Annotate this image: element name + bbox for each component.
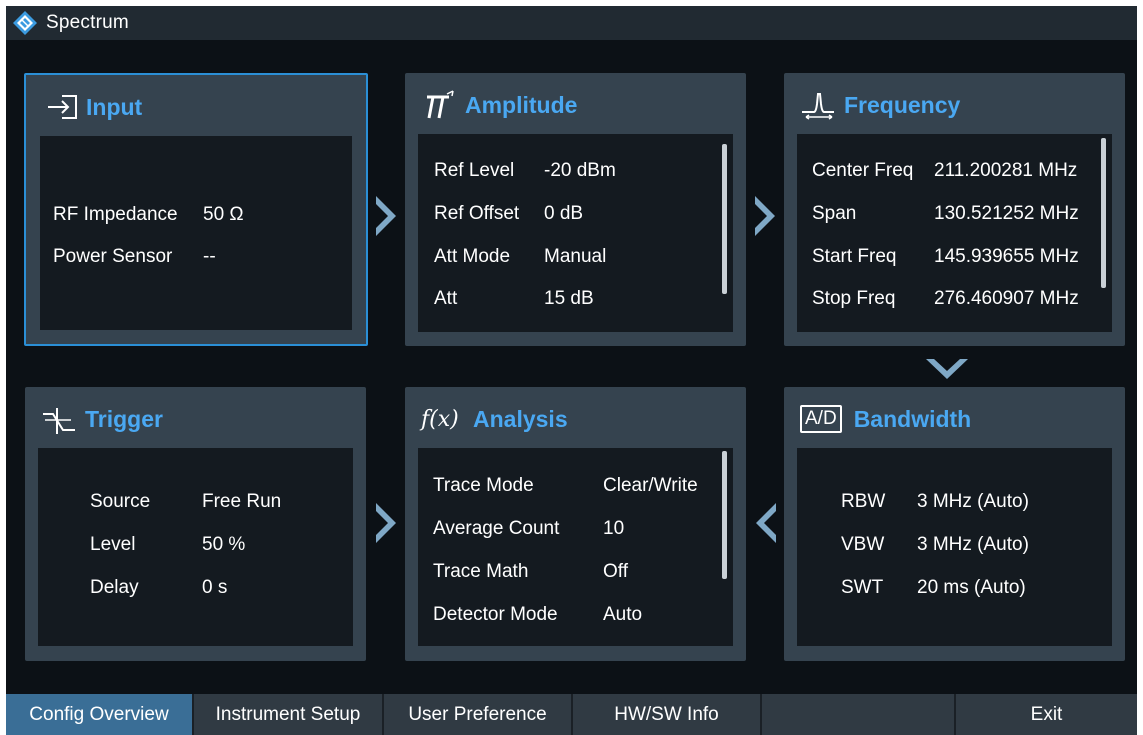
trigger-header: Trigger: [41, 401, 163, 437]
ad-icon: A/D: [800, 405, 842, 433]
function-icon: f(x): [421, 406, 459, 432]
row-value: 10: [603, 518, 625, 539]
row-value: 276.460907 MHz: [934, 288, 1079, 309]
row-value: Clear/Write: [603, 475, 698, 496]
row-label: Center Freq: [812, 160, 914, 181]
chevron-right-icon: [755, 196, 775, 236]
row-value: 50 %: [202, 534, 246, 555]
tab-empty[interactable]: [762, 694, 956, 735]
scrollbar[interactable]: [722, 144, 727, 294]
row-label: Ref Level: [434, 160, 515, 181]
trigger-title: Trigger: [85, 405, 163, 432]
input-title: Input: [86, 93, 143, 120]
row-value: Free Run: [202, 491, 282, 512]
scrollbar[interactable]: [1101, 138, 1106, 288]
analysis-panel[interactable]: f(x) Analysis Trace Mode Clear/Write Ave…: [405, 387, 746, 661]
row-value: --: [203, 246, 216, 267]
amplitude-body: Ref Level -20 dBm Ref Offset 0 dB Att Mo…: [418, 134, 733, 332]
row-value: Auto: [603, 604, 643, 625]
chevron-down-icon: [926, 359, 968, 379]
row-value: Manual: [544, 246, 607, 267]
row-label: SWT: [841, 577, 884, 598]
tab-user-preference[interactable]: User Preference: [384, 694, 573, 735]
bandwidth-title: Bandwidth: [853, 405, 972, 432]
amplitude-icon: [427, 90, 454, 119]
analysis-body: Trace Mode Clear/Write Average Count 10 …: [418, 448, 733, 646]
row-value: 3 MHz (Auto): [917, 491, 1029, 512]
row-label: Delay: [90, 577, 139, 598]
tab-hw-sw-info[interactable]: HW/SW Info: [573, 694, 762, 735]
frequency-peak-icon: [802, 93, 834, 120]
row-label: Att Mode: [434, 246, 511, 267]
row-label: Average Count: [433, 518, 560, 539]
bandwidth-header: A/D Bandwidth: [800, 401, 971, 437]
row-label: Span: [812, 203, 857, 224]
row-value: -20 dBm: [544, 160, 616, 181]
row-value: 20 ms (Auto): [917, 577, 1026, 598]
row-label: Power Sensor: [53, 246, 173, 267]
row-label: Trace Math: [433, 561, 529, 582]
logo-icon: [13, 11, 37, 35]
screen: Spectrum Input RF Impedance 50 Ω Power S…: [6, 6, 1137, 735]
tab-instrument-setup[interactable]: Instrument Setup: [194, 694, 384, 735]
tab-exit[interactable]: Exit: [956, 694, 1137, 735]
input-arrow-icon: [48, 95, 77, 119]
row-value: 50 Ω: [203, 204, 244, 225]
row-value: 0 s: [202, 577, 228, 598]
row-label: VBW: [841, 534, 885, 555]
bandwidth-body: RBW 3 MHz (Auto) VBW 3 MHz (Auto) SWT 20…: [797, 448, 1112, 646]
trigger-icon: [43, 408, 75, 434]
frequency-title: Frequency: [844, 91, 961, 118]
row-value: 211.200281 MHz: [934, 160, 1078, 181]
row-label: Source: [90, 491, 151, 512]
chevron-right-icon: [376, 196, 396, 236]
analysis-header: f(x) Analysis: [421, 401, 568, 437]
input-header: Input: [42, 89, 142, 125]
row-value: 0 dB: [544, 203, 584, 224]
row-label: Stop Freq: [812, 288, 896, 309]
row-label: Detector Mode: [433, 604, 558, 625]
row-value: 15 dB: [544, 288, 594, 309]
amplitude-title: Amplitude: [465, 91, 578, 118]
trigger-body: Source Free Run Level 50 % Delay 0 s: [38, 448, 353, 646]
row-label: Level: [90, 534, 136, 555]
row-label: Trace Mode: [433, 475, 534, 496]
row-label: RF Impedance: [53, 204, 178, 225]
trigger-panel[interactable]: Trigger Source Free Run Level 50 % Delay…: [25, 387, 366, 661]
row-value: 130.521252 MHz: [934, 203, 1079, 224]
frequency-panel[interactable]: Frequency Center Freq 211.200281 MHz Spa…: [784, 73, 1125, 346]
analysis-title: Analysis: [473, 405, 568, 432]
frequency-body: Center Freq 211.200281 MHz Span 130.5212…: [797, 134, 1112, 332]
chevron-right-icon: [376, 503, 396, 543]
row-value: Off: [603, 561, 628, 582]
title-bar: Spectrum: [6, 6, 1137, 40]
amplitude-header: Amplitude: [421, 87, 577, 123]
row-label: Start Freq: [812, 246, 897, 267]
chevron-left-icon: [756, 503, 776, 543]
row-label: Ref Offset: [434, 203, 520, 224]
bandwidth-panel[interactable]: A/D Bandwidth RBW 3 MHz (Auto) VBW 3 MHz…: [784, 387, 1125, 661]
tab-config-overview[interactable]: Config Overview: [6, 694, 194, 735]
input-body: RF Impedance 50 Ω Power Sensor --: [40, 136, 352, 330]
input-panel[interactable]: Input RF Impedance 50 Ω Power Sensor --: [24, 73, 368, 346]
scrollbar[interactable]: [722, 451, 727, 579]
row-label: RBW: [841, 491, 886, 512]
row-value: 3 MHz (Auto): [917, 534, 1029, 555]
row-label: Att: [434, 288, 458, 309]
tab-bar: Config Overview Instrument Setup User Pr…: [6, 694, 1137, 735]
row-value: 145.939655 MHz: [934, 246, 1079, 267]
frequency-header: Frequency: [800, 87, 960, 123]
amplitude-panel[interactable]: Amplitude Ref Level -20 dBm Ref Offset 0…: [405, 73, 746, 346]
app-title: Spectrum: [46, 12, 129, 33]
